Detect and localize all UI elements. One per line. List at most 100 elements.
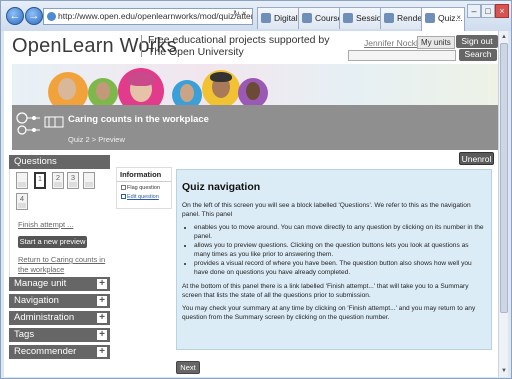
expand-plus-icon[interactable]: + <box>97 296 107 306</box>
course-title: Caring counts in the workplace <box>68 114 209 125</box>
question-button-4-top[interactable]: 3 <box>83 172 95 189</box>
expand-plus-icon[interactable]: + <box>97 313 107 323</box>
side-blocks: Manage unit + Navigation + Administration +… <box>9 277 110 362</box>
block-recommender[interactable]: Recommender + <box>9 345 110 359</box>
block-label: Navigation <box>14 295 59 306</box>
block-tags[interactable]: Tags + <box>9 328 110 342</box>
return-to-course-link[interactable]: Return to Caring counts in the workplace <box>18 255 112 275</box>
tab-page-icon <box>343 13 353 23</box>
tab-label: Course: ... <box>315 13 340 23</box>
vertical-scrollbar[interactable]: ▲ ▼ <box>498 31 508 377</box>
edit-question-link[interactable]: Edit question <box>117 194 171 200</box>
sign-out-button[interactable]: Sign out <box>456 35 498 48</box>
search-input[interactable] <box>348 50 456 61</box>
tab-3[interactable]: Session ... <box>339 7 382 29</box>
tagline-line1: Free educational projects supported by <box>148 34 330 46</box>
browser-window: ← → http://www.open.edu/openlearnworks/m… <box>0 0 512 379</box>
question-number: 4 <box>19 194 25 203</box>
expand-plus-icon[interactable]: + <box>97 279 107 289</box>
list-item: enables you to move around. You can move… <box>194 224 486 241</box>
intro-paragraph: On the left of this screen you will see … <box>182 202 471 218</box>
expand-plus-icon[interactable]: + <box>97 347 107 357</box>
question-number: 3 <box>70 173 76 182</box>
tab-page-icon <box>302 13 312 23</box>
banner-person <box>246 82 260 100</box>
start-new-preview-button[interactable]: Start a new preview <box>18 236 87 248</box>
question-button-2[interactable]: 2 <box>52 172 64 189</box>
tab-label: Renderi... <box>397 13 423 23</box>
question-button-1[interactable]: 1 <box>34 172 46 189</box>
block-administration[interactable]: Administration + <box>9 311 110 325</box>
scroll-thumb[interactable] <box>500 43 508 313</box>
search-button[interactable]: Search <box>459 49 497 61</box>
list-item: provides a visual record of where you ha… <box>194 260 486 277</box>
expand-plus-icon[interactable]: + <box>97 330 107 340</box>
question-number: 1 <box>37 174 43 183</box>
information-title: Information <box>117 168 171 182</box>
block-label: Recommender <box>14 346 77 357</box>
maximize-icon[interactable]: □ <box>481 4 495 18</box>
questions-block-title: Questions <box>9 155 110 169</box>
edit-icon <box>121 194 126 200</box>
address-bar[interactable]: http://www.open.edu/openlearnworks/mod/q… <box>43 8 253 25</box>
banner-hair <box>210 72 232 82</box>
refresh-icon[interactable]: ↻ × <box>233 9 247 18</box>
browser-toolbar: ← → http://www.open.edu/openlearnworks/m… <box>1 1 511 31</box>
scroll-up-icon[interactable]: ▲ <box>499 32 509 42</box>
breadcrumb[interactable]: Quiz 2 > Preview <box>68 135 125 144</box>
information-block: Information Flag question Edit question <box>116 167 172 209</box>
banner-person <box>58 78 76 100</box>
tab-4[interactable]: Renderi... <box>380 7 423 29</box>
tab-label: Session ... <box>356 13 381 23</box>
block-navigation[interactable]: Navigation + <box>9 294 110 308</box>
minimize-icon[interactable]: – <box>467 4 481 18</box>
edit-question-label: Edit question <box>127 194 159 200</box>
header-banner-image <box>12 64 498 105</box>
flag-question[interactable]: Flag question <box>117 185 171 191</box>
block-manage-unit[interactable]: Manage unit + <box>9 277 110 291</box>
next-button[interactable]: Next <box>176 361 200 374</box>
close-icon[interactable]: × <box>495 4 509 18</box>
list-item: allows you to preview questions. Clickin… <box>194 242 486 259</box>
summary-paragraph: You may check your summary at any time b… <box>182 305 476 321</box>
back-icon[interactable]: ← <box>6 7 24 25</box>
tab-label: Digital ... <box>274 13 299 23</box>
tab-page-icon <box>425 13 435 23</box>
block-label: Tags <box>14 329 35 340</box>
tab-5-active[interactable]: Quiz... × <box>421 7 465 31</box>
tab-page-icon <box>261 13 271 23</box>
tab-page-icon <box>384 13 394 23</box>
question-content: Quiz navigation On the left of this scre… <box>176 169 492 350</box>
address-text: http://www.open.edu/openlearnworks/mod/q… <box>58 11 252 21</box>
block-label: Administration <box>14 312 75 323</box>
my-units-button[interactable]: My units <box>417 36 455 49</box>
question-number: 2 <box>55 173 61 182</box>
tab-close-icon[interactable]: × <box>456 8 461 28</box>
tab-1[interactable]: Digital ... <box>257 7 300 29</box>
flag-icon <box>121 185 126 191</box>
question-button-info[interactable] <box>16 172 28 189</box>
flag-question-label: Flag question <box>127 185 161 191</box>
forward-icon[interactable]: → <box>25 7 43 25</box>
tagline-line2: The Open University <box>148 46 244 58</box>
content-heading: Quiz navigation <box>182 181 261 193</box>
logo-divider <box>141 35 142 57</box>
banner-person <box>180 84 194 102</box>
questions-panel: 1 2 3 3 4 Finish attempt ... Start a new… <box>9 169 110 289</box>
site-favicon-icon <box>47 12 56 21</box>
banner-person <box>96 82 110 100</box>
feature-list: enables you to move around. You can move… <box>194 224 486 277</box>
scroll-down-icon[interactable]: ▼ <box>499 366 509 376</box>
tab-2[interactable]: Course: ... <box>298 7 341 29</box>
finish-attempt-link[interactable]: Finish attempt ... <box>18 220 73 229</box>
course-header: Caring counts in the workplace Quiz 2 > … <box>12 105 498 150</box>
unenrol-button[interactable]: Unenrol <box>459 152 494 165</box>
finish-paragraph: At the bottom of this panel there is a l… <box>182 283 469 299</box>
course-network-icon <box>16 112 40 135</box>
site-tagline: Free educational projects supported by T… <box>148 34 330 58</box>
questions-block: Questions 1 2 3 3 4 Finish attempt ... S… <box>9 155 110 289</box>
question-button-3[interactable]: 3 <box>67 172 79 189</box>
question-button-4[interactable]: 4 <box>16 193 28 210</box>
course-circuit-icon <box>44 116 64 128</box>
block-label: Manage unit <box>14 278 67 289</box>
